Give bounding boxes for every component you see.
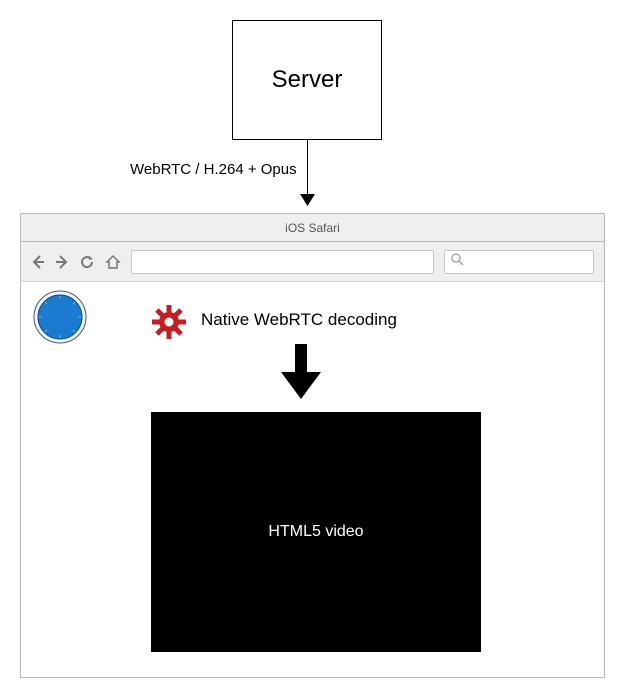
nav-icons xyxy=(31,254,121,270)
arrow-down-icon xyxy=(300,193,315,211)
back-icon[interactable] xyxy=(31,255,45,269)
refresh-icon[interactable] xyxy=(79,254,95,270)
server-box: Server xyxy=(232,20,382,140)
arrow-down-icon xyxy=(281,344,321,404)
browser-content: Native WebRTC decoding HTML5 video xyxy=(21,282,604,677)
home-icon[interactable] xyxy=(105,254,121,270)
arrow-line xyxy=(307,140,308,195)
search-bar[interactable] xyxy=(444,250,594,274)
safari-icon xyxy=(33,290,87,349)
browser-title: iOS Safari xyxy=(285,221,340,235)
search-icon xyxy=(451,253,464,271)
video-label: HTML5 video xyxy=(268,523,363,541)
browser-toolbar xyxy=(21,242,604,282)
decoding-label: Native WebRTC decoding xyxy=(201,310,397,330)
url-bar[interactable] xyxy=(131,250,434,274)
browser-window: iOS Safari xyxy=(20,213,605,678)
video-placeholder: HTML5 video xyxy=(151,412,481,652)
browser-titlebar: iOS Safari xyxy=(21,214,604,242)
connection-label: WebRTC / H.264 + Opus xyxy=(130,161,297,178)
server-label: Server xyxy=(272,66,343,94)
forward-icon[interactable] xyxy=(55,255,69,269)
gear-icon xyxy=(151,304,187,345)
